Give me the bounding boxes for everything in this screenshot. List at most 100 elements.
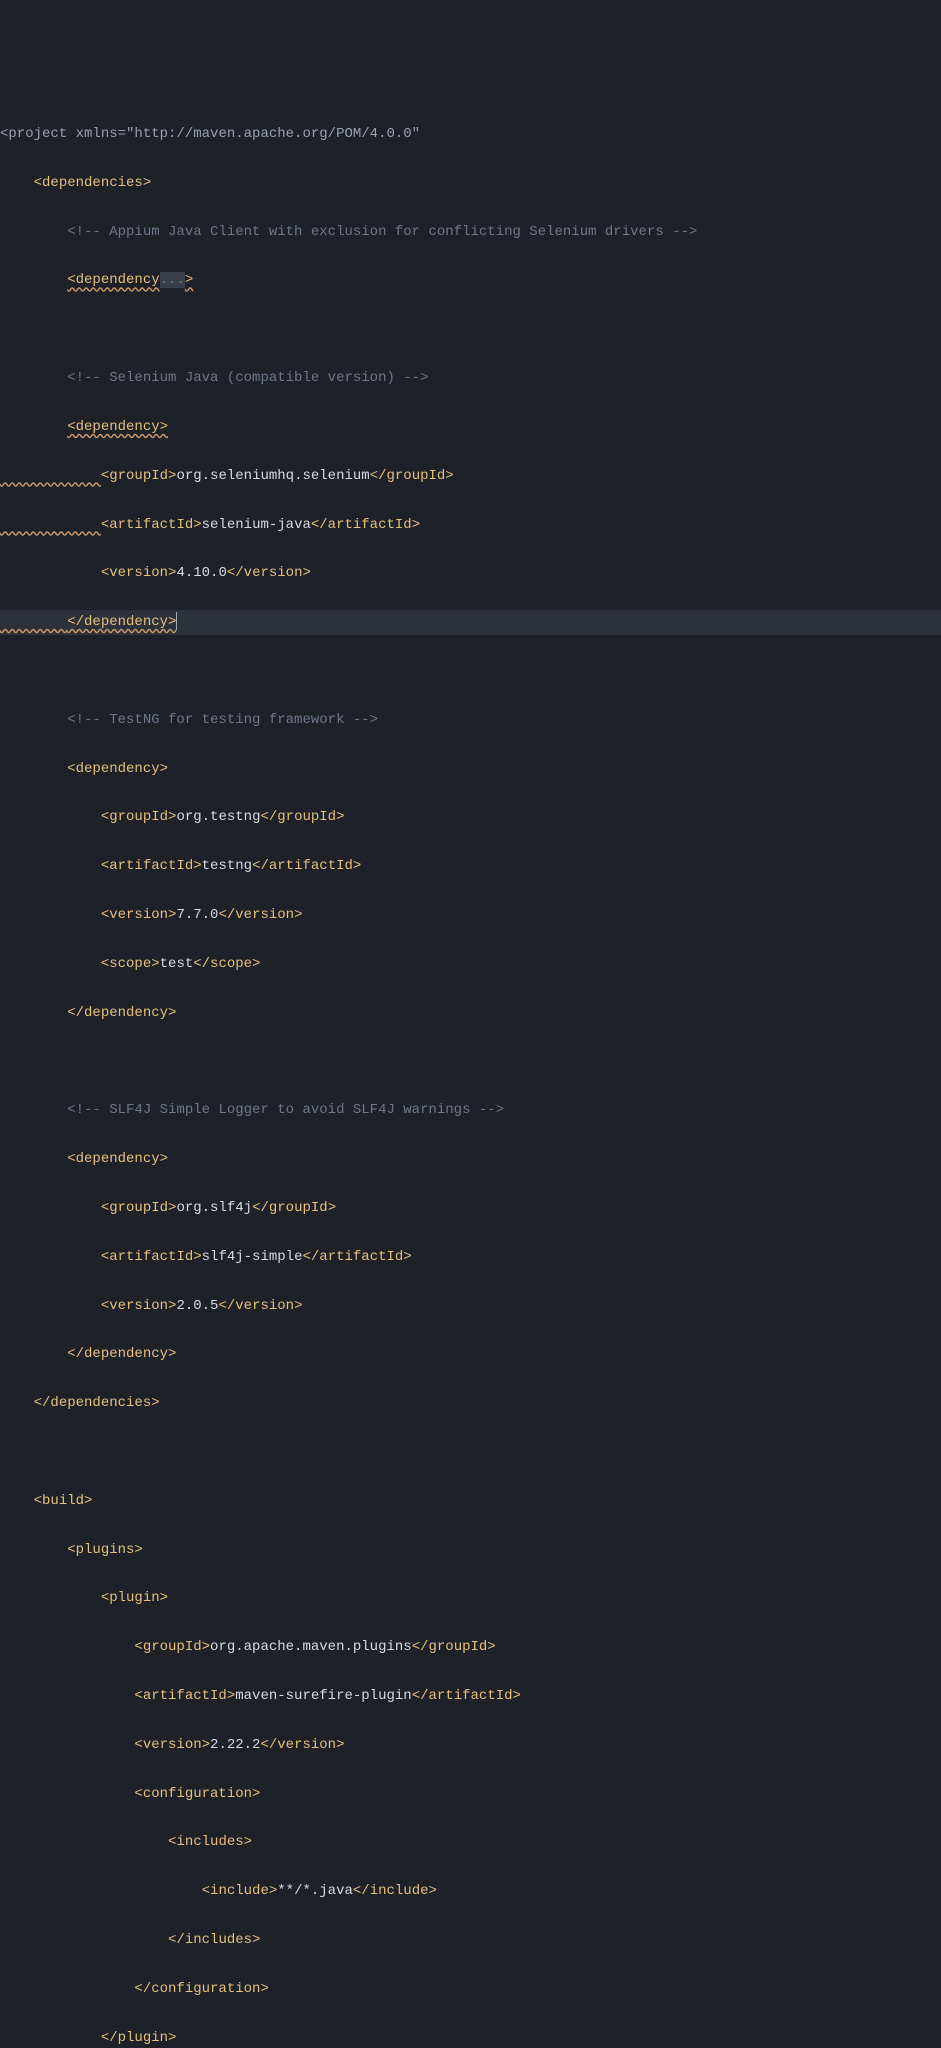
xml-tag: </version> (218, 907, 302, 923)
xml-tag: <artifactId> (101, 1249, 202, 1265)
folded-code-indicator[interactable]: ... (160, 272, 185, 288)
code-line[interactable]: <dependencies> (0, 171, 941, 195)
xml-tag: <build> (34, 1493, 93, 1509)
code-line[interactable]: </plugin> (0, 2026, 941, 2048)
xml-tag: </plugin> (101, 2030, 177, 2046)
xml-tag: </configuration> (134, 1981, 268, 1997)
text-cursor (176, 612, 177, 630)
text-content: org.apache.maven.plugins (210, 1639, 412, 1655)
xml-tag: </version> (227, 565, 311, 581)
xml-tag: <artifactId> (134, 1688, 235, 1704)
code-line[interactable]: </configuration> (0, 1977, 941, 2001)
xml-tag: <version> (101, 565, 177, 581)
xml-comment: <!-- Selenium Java (compatible version) … (67, 370, 428, 386)
code-line[interactable]: <groupId>org.slf4j</groupId> (0, 1196, 941, 1220)
xml-tag: </includes> (168, 1932, 260, 1948)
xml-tag: </groupId> (252, 1200, 336, 1216)
xml-tag: <artifactId> (101, 517, 202, 533)
code-line[interactable] (0, 1049, 941, 1073)
code-line[interactable]: <version>2.0.5</version> (0, 1294, 941, 1318)
code-line[interactable]: <artifactId>maven-surefire-plugin</artif… (0, 1684, 941, 1708)
text-content: 7.7.0 (176, 907, 218, 923)
code-line[interactable] (0, 659, 941, 683)
code-line[interactable]: <project xmlns="http://maven.apache.org/… (0, 122, 941, 146)
xml-tag: </groupId> (370, 468, 454, 484)
xml-tag: <plugin> (101, 1590, 168, 1606)
code-line[interactable]: <artifactId>slf4j-simple</artifactId> (0, 1245, 941, 1269)
xml-tag: <version> (134, 1737, 210, 1753)
text-content: 2.22.2 (210, 1737, 260, 1753)
code-line[interactable]: <scope>test</scope> (0, 952, 941, 976)
xml-tag: </include> (353, 1883, 437, 1899)
xml-tag: <dependency> (67, 761, 168, 777)
xml-tag: <include> (202, 1883, 278, 1899)
code-line[interactable]: <include>**/*.java</include> (0, 1879, 941, 1903)
warning-underline (0, 468, 101, 484)
code-line[interactable]: <dependency> (0, 757, 941, 781)
xml-tag: </artifactId> (412, 1688, 521, 1704)
xml-tag: <version> (101, 1298, 177, 1314)
code-editor[interactable]: <project xmlns="http://maven.apache.org/… (0, 98, 941, 2048)
warning-underline (0, 614, 67, 630)
xml-tag: <project (0, 126, 67, 142)
code-line[interactable]: <version>7.7.0</version> (0, 903, 941, 927)
code-line[interactable]: <build> (0, 1489, 941, 1513)
text-content: **/*.java (277, 1883, 353, 1899)
code-line[interactable]: </dependency> (0, 1001, 941, 1025)
xml-tag: <groupId> (101, 1200, 177, 1216)
xml-comment: <!-- TestNG for testing framework --> (67, 712, 378, 728)
warning-underline (0, 517, 101, 533)
xml-attr: xmlns= (67, 126, 126, 142)
code-line[interactable]: </dependency> (0, 1342, 941, 1366)
code-line[interactable]: <!-- TestNG for testing framework --> (0, 708, 941, 732)
code-line[interactable]: <dependency> (0, 1147, 941, 1171)
xml-comment: <!-- SLF4J Simple Logger to avoid SLF4J … (67, 1102, 504, 1118)
code-line-active[interactable]: </dependency> (0, 610, 941, 634)
xml-tag: <groupId> (101, 809, 177, 825)
code-line[interactable]: <artifactId>selenium-java</artifactId> (0, 513, 941, 537)
code-line[interactable]: <plugin> (0, 1586, 941, 1610)
xml-tag: <dependency (67, 272, 159, 288)
code-line[interactable]: <!-- Selenium Java (compatible version) … (0, 366, 941, 390)
code-line[interactable]: <groupId>org.seleniumhq.selenium</groupI… (0, 464, 941, 488)
xml-tag: </dependency> (67, 1005, 176, 1021)
text-content: 2.0.5 (176, 1298, 218, 1314)
xml-tag: </artifactId> (311, 517, 420, 533)
code-line[interactable]: <artifactId>testng</artifactId> (0, 854, 941, 878)
code-line[interactable]: <plugins> (0, 1538, 941, 1562)
code-line[interactable]: <groupId>org.apache.maven.plugins</group… (0, 1635, 941, 1659)
code-line[interactable]: <groupId>org.testng</groupId> (0, 805, 941, 829)
xml-tag: <scope> (101, 956, 160, 972)
xml-tag: </dependency> (67, 1346, 176, 1362)
code-line[interactable]: <version>4.10.0</version> (0, 561, 941, 585)
xml-tag: <dependencies> (34, 175, 152, 191)
text-content: org.testng (176, 809, 260, 825)
xml-attr-value: "http://maven.apache.org/POM/4.0.0" (126, 126, 420, 142)
code-line[interactable]: <version>2.22.2</version> (0, 1733, 941, 1757)
code-line[interactable] (0, 1440, 941, 1464)
xml-tag: </dependencies> (34, 1395, 160, 1411)
text-content: slf4j-simple (202, 1249, 303, 1265)
xml-tag: </dependency> (67, 614, 176, 630)
xml-tag: <groupId> (134, 1639, 210, 1655)
code-line[interactable]: </dependencies> (0, 1391, 941, 1415)
text-content: 4.10.0 (176, 565, 226, 581)
xml-tag: <plugins> (67, 1542, 143, 1558)
code-line[interactable]: <includes> (0, 1830, 941, 1854)
xml-tag: </version> (218, 1298, 302, 1314)
code-line[interactable]: <dependency...> (0, 268, 941, 292)
code-line[interactable]: <!-- Appium Java Client with exclusion f… (0, 220, 941, 244)
xml-tag: <includes> (168, 1834, 252, 1850)
xml-tag: <artifactId> (101, 858, 202, 874)
xml-tag: </groupId> (260, 809, 344, 825)
code-line[interactable]: </includes> (0, 1928, 941, 1952)
code-line[interactable]: <dependency> (0, 415, 941, 439)
xml-comment: <!-- Appium Java Client with exclusion f… (67, 224, 697, 240)
text-content: org.slf4j (176, 1200, 252, 1216)
code-line[interactable] (0, 317, 941, 341)
text-content: test (160, 956, 194, 972)
xml-tag: > (185, 272, 193, 288)
xml-tag: </version> (260, 1737, 344, 1753)
code-line[interactable]: <configuration> (0, 1782, 941, 1806)
code-line[interactable]: <!-- SLF4J Simple Logger to avoid SLF4J … (0, 1098, 941, 1122)
